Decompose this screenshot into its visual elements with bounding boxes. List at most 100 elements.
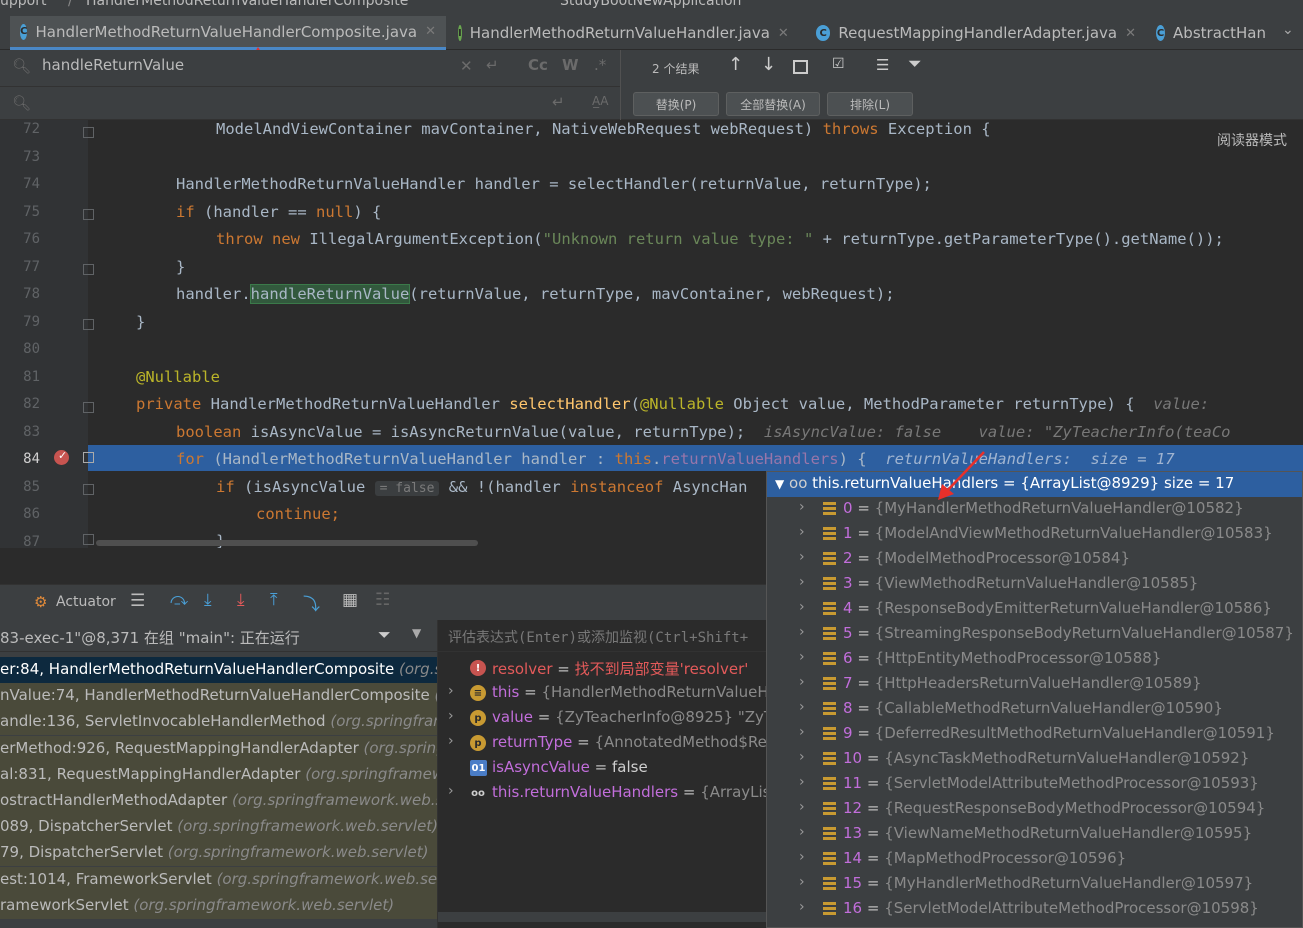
whole-word-icon[interactable]: W [562,56,579,74]
filter-options-icon[interactable]: ☰ [876,56,889,74]
chevron-down-icon[interactable]: ⌄ [1282,22,1294,38]
in-selection-icon[interactable]: ☑ [832,56,845,72]
step-over-icon[interactable]: ⤼ [170,590,188,610]
trace-stream-icon[interactable]: ☷ [375,590,390,610]
replace-input[interactable] [40,92,580,114]
expand-chevron-icon[interactable]: › [799,649,805,665]
handler-item[interactable]: › 11 = {ServletModelAttributeMethodProces… [767,772,1302,797]
tab-abstract-handler[interactable]: C AbstractHan [1146,16,1276,50]
fold-icon[interactable] [83,209,94,220]
preserve-case-icon[interactable]: A̲A [592,94,608,108]
step-into-icon[interactable]: ⤓ [204,590,212,610]
close-icon[interactable]: ✕ [778,26,789,41]
close-icon[interactable]: ✕ [425,24,436,39]
handler-item[interactable]: › 9 = {DeferredResultMethodReturnValueHan… [767,722,1302,747]
filter-icon[interactable]: ⏷ [378,625,391,645]
expand-chevron-icon[interactable]: › [799,824,805,840]
tab-handler-composite[interactable]: C HandlerMethodReturnValueHandlerComposi… [10,16,446,50]
handler-item[interactable]: › 16 = {ServletModelAttributeMethodProces… [767,897,1302,922]
expand-chevron-icon[interactable]: › [799,749,805,765]
tab-request-mapping[interactable]: C RequestMappingHandlerAdapter.java ✕ [806,16,1146,50]
stack-frame[interactable]: 089, DispatcherServlet (org.springframew… [0,814,437,841]
variable-row[interactable]: › p value = {ZyTeacherInfo@8925} "ZyTea [438,706,770,730]
handler-item[interactable]: › 13 = {ViewNameMethodReturnValueHandler@… [767,822,1302,847]
horizontal-scrollbar[interactable] [96,540,478,546]
run-config[interactable]: StudyBootNewApplication [560,0,741,9]
handler-item[interactable]: › 1 = {ModelAndViewMethodReturnValueHandl… [767,522,1302,547]
variable-row[interactable]: ! resolver = 找不到局部变量'resolver' [438,656,770,680]
fold-icon[interactable] [83,452,94,463]
funnel-icon[interactable]: ⏷ [908,54,922,74]
expand-chevron-icon[interactable]: › [799,674,805,690]
expand-chevron-icon[interactable]: › [799,549,805,565]
stack-frame[interactable]: andle:136, ServletInvocableHandlerMethod… [0,709,437,736]
handler-item[interactable]: › 8 = {CallableMethodReturnValueHandler@1… [767,697,1302,722]
stack-frame[interactable]: nValue:74, HandlerMethodReturnValueHandl… [0,683,437,710]
expand-chevron-icon[interactable]: › [448,733,454,749]
replace-button[interactable]: 替换(P) [633,92,719,116]
next-occurrence-icon[interactable]: ↓ [761,54,776,75]
handler-item[interactable]: › 7 = {HttpHeadersReturnValueHandler@1058… [767,672,1302,697]
fold-icon[interactable] [83,319,94,330]
expand-chevron-icon[interactable]: › [448,683,454,699]
variable-row[interactable]: 01 isAsyncValue = false [438,756,770,780]
horizontal-scrollbar[interactable] [438,912,770,922]
popup-header[interactable]: ▼ oo this.returnValueHandlers = {ArrayLi… [767,472,1302,497]
expand-chevron-icon[interactable]: › [799,874,805,890]
close-icon[interactable]: ✕ [1125,26,1136,41]
handler-item[interactable]: › 12 = {RequestResponseBodyMethodProcesso… [767,797,1302,822]
expand-chevron-icon[interactable]: › [799,699,805,715]
stack-frame[interactable]: est:1014, FrameworkServlet (org.springfr… [0,866,437,893]
replace-all-button[interactable]: 全部替换(A) [726,92,820,116]
newline-icon[interactable]: ↵ [486,56,499,74]
stack-frame[interactable]: ostractHandlerMethodAdapter (org.springf… [0,788,437,814]
fold-icon[interactable] [83,264,94,275]
fold-icon[interactable] [83,402,94,413]
search-icon[interactable]: 🔍︎ [12,57,31,75]
handler-item[interactable]: › 4 = {ResponseBodyEmitterReturnValueHand… [767,597,1302,622]
expand-chevron-icon[interactable]: › [799,799,805,815]
variable-row[interactable]: ›oothis.returnValueHandlers = {ArrayList… [438,781,770,805]
handler-item[interactable]: › 10 = {AsyncTaskMethodReturnValueHandler… [767,747,1302,772]
expand-chevron-icon[interactable]: › [799,524,805,540]
step-out-icon[interactable]: ⤒ [270,590,278,610]
expand-chevron-icon[interactable]: › [448,783,454,799]
previous-occurrence-icon[interactable]: ↑ [728,54,743,75]
fold-icon[interactable] [83,484,94,495]
handler-item[interactable]: › 3 = {ViewMethodReturnValueHandler@10585… [767,572,1302,597]
handler-item[interactable]: › 6 = {HttpEntityMethodProcessor@10588} [767,647,1302,672]
clear-icon[interactable]: ✕ [460,57,473,75]
handler-item[interactable]: › 15 = {MyHandlerMethodReturnValueHandler… [767,872,1302,897]
stack-frame[interactable]: er:84, HandlerMethodReturnValueHandlerCo… [0,657,437,683]
expand-chevron-icon[interactable]: › [799,849,805,865]
thread-selector[interactable]: 83-exec-1"@8,371 在组 "main": 正在运行 ⏷ ▼ [0,620,437,652]
regex-icon[interactable]: .* [594,56,606,74]
variable-row[interactable]: › ≡ this = {HandlerMethodReturnValueHa [438,681,770,705]
stack-frame[interactable]: erMethod:926, RequestMappingHandlerAdapt… [0,735,437,762]
expand-chevron-icon[interactable]: › [799,599,805,615]
force-step-into-icon[interactable]: ⤓ [237,590,245,610]
select-all-occurrences-icon[interactable] [793,60,808,74]
expand-chevron-icon[interactable]: › [799,499,805,515]
handler-item[interactable]: › 2 = {ModelMethodProcessor@10584} [767,547,1302,572]
actuator-tab[interactable]: Actuator [56,594,116,610]
handler-item[interactable]: › 14 = {MapMethodProcessor@10596} [767,847,1302,872]
variable-row[interactable]: › p returnType = {AnnotatedMethod$Ret [438,731,770,755]
handler-item[interactable]: › 0 = {MyHandlerMethodReturnValueHandler@… [767,497,1302,522]
stack-frame[interactable]: al:831, RequestMappingHandlerAdapter (or… [0,761,437,788]
stack-frame[interactable]: 79, DispatcherServlet (org.springframewo… [0,840,437,867]
fold-icon[interactable] [83,127,94,138]
watch-expression-input[interactable]: 评估表达式(Enter)或添加监视(Ctrl+Shift+ [448,627,748,647]
search-input[interactable]: handleReturnValue [42,56,184,74]
frames-menu-icon[interactable]: ☰ [130,591,145,611]
run-to-cursor-icon[interactable]: ⤵ [303,590,320,615]
handler-item[interactable]: › 5 = {StreamingResponseBodyReturnValueHa… [767,622,1302,647]
expand-chevron-icon[interactable]: › [448,708,454,724]
expand-chevron-icon[interactable]: › [799,724,805,740]
newline-icon[interactable]: ↵ [552,93,565,111]
match-case-icon[interactable]: Cc [528,56,548,74]
expand-chevron-icon[interactable]: › [799,899,805,915]
chevron-down-icon[interactable]: ▼ [412,626,421,640]
breadcrumb-item[interactable]: upport [0,0,46,9]
expand-chevron-icon[interactable]: › [799,774,805,790]
